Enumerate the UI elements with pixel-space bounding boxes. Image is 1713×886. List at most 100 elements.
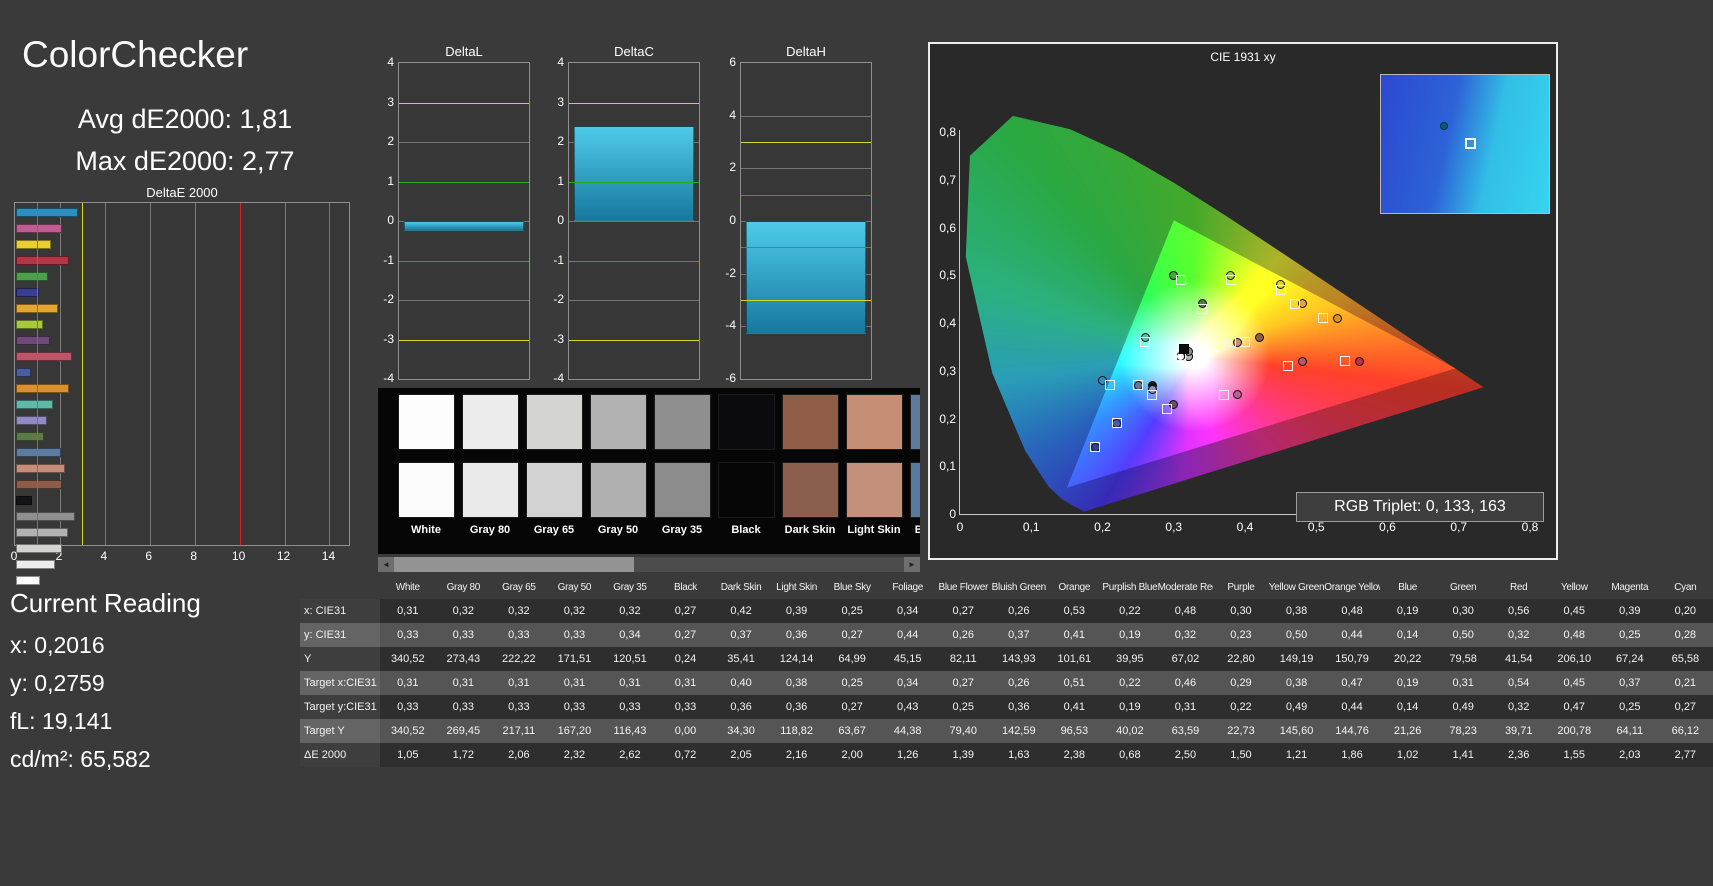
patch-scrollbar[interactable]: ◄ ► <box>378 557 920 572</box>
color-patch-strip: White Gray 80 Gray 65 Gray 50 Gray 35 Black Da… <box>378 388 920 554</box>
value-cell: 0,44 <box>1341 629 1363 641</box>
patch-target-gray-80 <box>462 462 519 518</box>
cie-1931-panel: RGB Triplet: 0, 133, 163 0 0,1 0,2 0,3 0,4 0,… <box>928 42 1558 560</box>
scroll-right-button[interactable]: ► <box>904 557 920 572</box>
reference-line <box>399 260 529 262</box>
value-cell: 1,63 <box>1008 749 1030 761</box>
value-cell: 79,58 <box>1449 653 1477 665</box>
axis-tick-label: -3 <box>553 331 564 346</box>
measured-point-orange <box>1333 313 1343 323</box>
column-header: Bluish Green <box>991 582 1047 593</box>
bar-row <box>16 576 348 590</box>
delta-bar <box>404 221 524 231</box>
column-header: Cyan <box>1674 582 1697 593</box>
value-cell: 0,32 <box>1174 629 1197 641</box>
axis-tick-label: 0,8 <box>1521 520 1539 534</box>
value-cell: 2,62 <box>619 749 641 761</box>
value-cell: 0,36 <box>730 701 752 713</box>
bar-row <box>16 352 348 366</box>
gridline <box>569 300 699 301</box>
value-cell: 0,48 <box>1563 629 1585 641</box>
value-cell: 120,51 <box>613 653 647 665</box>
value-cell: 22,73 <box>1227 725 1255 737</box>
value-cell: 0,27 <box>952 605 974 617</box>
value-cell: 144,76 <box>1335 725 1369 737</box>
table-row: Target y:CIE31 0,33 0,33 0,33 0,33 0,33 0,33 0,… <box>300 695 1713 719</box>
gridline <box>399 142 529 143</box>
value-cell: 0,25 <box>1619 629 1641 641</box>
reference-line <box>741 194 871 196</box>
value-cell: 44,38 <box>893 725 922 737</box>
value-cell: 82,11 <box>949 653 977 665</box>
patch-actual-dark-skin <box>782 394 839 450</box>
value-cell: 0,31 <box>452 677 475 689</box>
scrollbar-thumb[interactable] <box>394 557 634 572</box>
value-cell: 0,44 <box>896 629 919 641</box>
value-cell: 1,55 <box>1563 749 1585 761</box>
reference-line <box>399 102 529 104</box>
value-cell: 0,51 <box>1063 677 1086 689</box>
deltac-y-axis: 4 3 2 1 0 -1 -2 -3 -4 <box>538 55 564 385</box>
column-header: Gray 65 <box>502 582 536 593</box>
bar-row <box>16 224 348 238</box>
deltae-bar-yellow-green <box>16 320 44 329</box>
deltae-bar-light-skin <box>16 464 65 473</box>
value-cell: 34,30 <box>727 725 755 737</box>
scroll-left-button[interactable]: ◄ <box>378 557 394 572</box>
value-cell: 0,19 <box>1119 629 1141 641</box>
axis-tick-label: 0,8 <box>939 125 956 139</box>
row-label: Target x:CIE31 <box>300 671 380 695</box>
patch-label: Gray 35 <box>661 524 703 536</box>
value-cell: 0,31 <box>397 605 419 617</box>
target-point-red <box>1339 356 1350 367</box>
value-cell: 0,31 <box>397 677 419 689</box>
value-cell: 0,29 <box>1230 677 1252 689</box>
value-cell: 118,82 <box>780 725 814 737</box>
value-cell: 0,33 <box>452 629 475 641</box>
deltae-bar-blue-sky <box>16 448 61 457</box>
column-header: Foliage <box>892 582 924 593</box>
bar-row <box>16 416 348 430</box>
table-row: x: CIE31 0,31 0,32 0,32 0,32 0,32 0,27 0,42 0,39… <box>300 599 1713 623</box>
inset-target-square <box>1465 138 1476 150</box>
value-cell: 0,32 <box>619 605 641 617</box>
value-cell: 0,56 <box>1508 605 1530 617</box>
value-cell: 0,25 <box>1619 701 1641 713</box>
deltah-y-axis: 6 4 2 0 -2 -4 -6 <box>710 55 736 385</box>
value-cell: 0,53 <box>1063 605 1086 617</box>
delta-bar <box>746 221 866 335</box>
value-cell: 2,00 <box>841 749 863 761</box>
target-point-purplish-blue <box>1111 418 1122 429</box>
patch-target-black <box>718 462 775 518</box>
colorchecker-app: ColorChecker Avg dE2000: 1,81 Max dE2000… <box>0 0 1713 886</box>
deltac-chart-title: DeltaC <box>614 44 654 59</box>
zoom-inset <box>1380 74 1550 214</box>
value-cell: 0,37 <box>730 629 752 641</box>
value-cell: 1,39 <box>952 749 974 761</box>
deltae-bars-container <box>16 206 348 585</box>
value-cell: 0,49 <box>1285 701 1308 713</box>
value-cell: 39,71 <box>1504 725 1533 737</box>
value-cell: 0,27 <box>952 677 974 689</box>
deltah-chart <box>740 62 872 380</box>
bar-row <box>16 208 348 222</box>
patch-target-light-skin <box>846 462 903 518</box>
value-cell: 101,61 <box>1057 653 1092 665</box>
axis-tick-label: 1 <box>557 173 564 188</box>
deltae-bar-blue <box>16 288 39 297</box>
value-cell: 0,47 <box>1563 701 1585 713</box>
value-cell: 0,72 <box>674 749 697 761</box>
value-cell: 0,30 <box>1230 605 1252 617</box>
value-cell: 2,32 <box>563 749 586 761</box>
reference-line <box>569 339 699 341</box>
reference-line <box>741 247 871 249</box>
value-cell: 0,33 <box>397 629 419 641</box>
value-cell: 0,38 <box>785 677 808 689</box>
patch-label: White <box>411 524 441 536</box>
value-cell: 2,16 <box>785 749 808 761</box>
value-cell: 0,68 <box>1119 749 1141 761</box>
value-cell: 1,50 <box>1230 749 1252 761</box>
deltac-chart <box>568 62 700 380</box>
reference-line <box>569 181 699 183</box>
value-cell: 0,34 <box>896 605 919 617</box>
